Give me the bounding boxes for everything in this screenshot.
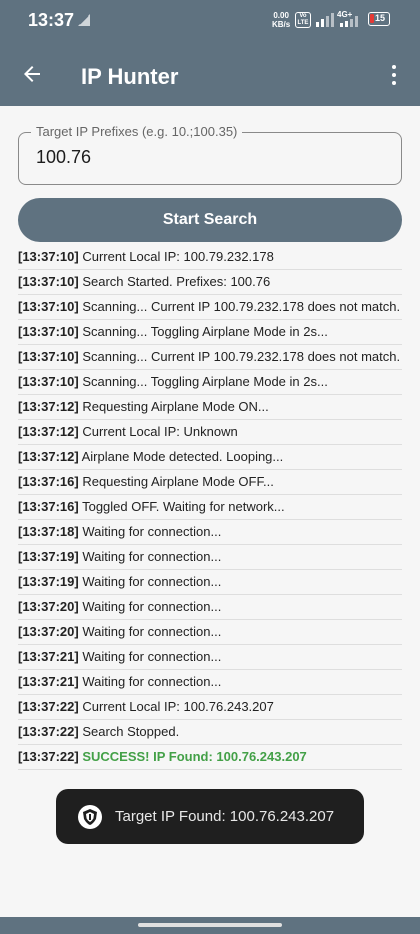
target-prefix-input[interactable]	[36, 147, 386, 168]
log-timestamp: [13:37:16]	[18, 474, 79, 489]
log-timestamp: [13:37:21]	[18, 649, 79, 664]
log-timestamp: [13:37:19]	[18, 549, 79, 564]
log-timestamp: [13:37:10]	[18, 249, 79, 264]
log-message: Current Local IP: 100.76.243.207	[82, 699, 274, 714]
log-message: Search Started. Prefixes: 100.76	[82, 274, 271, 289]
battery-icon: 15	[368, 12, 390, 26]
page-title: IP Hunter	[81, 64, 179, 89]
log-message: Requesting Airplane Mode OFF...	[82, 474, 274, 489]
log-timestamp: [13:37:22]	[18, 724, 79, 739]
log-timestamp: [13:37:12]	[18, 399, 79, 414]
app-bar: 13:37 0.00 KB/s Vo LTE 4G+ 15 IP Hunter	[0, 0, 420, 106]
log-message: Waiting for connection...	[82, 549, 222, 564]
log-message: Airplane Mode detected. Looping...	[81, 449, 284, 464]
log-timestamp: [13:37:20]	[18, 599, 79, 614]
log-row: [13:37:10] Current Local IP: 100.79.232.…	[18, 245, 402, 270]
more-vert-icon[interactable]	[389, 65, 399, 89]
battery-fill	[370, 14, 374, 23]
log-row: [13:37:10] Scanning... Current IP 100.79…	[18, 345, 402, 370]
signal-small-icon	[78, 14, 90, 26]
log-row: [13:37:10] Scanning... Current IP 100.79…	[18, 295, 402, 320]
log-row: [13:37:22] Search Stopped.	[18, 720, 402, 745]
volte-bottom: LTE	[297, 20, 309, 26]
log-message: SUCCESS! IP Found: 100.76.243.207	[82, 749, 307, 764]
log-message: Current Local IP: 100.79.232.178	[82, 249, 274, 264]
log-timestamp: [13:37:12]	[18, 424, 79, 439]
log-row: [13:37:20] Waiting for connection...	[18, 620, 402, 645]
log-timestamp: [13:37:20]	[18, 624, 79, 639]
status-bar: 13:37 0.00 KB/s Vo LTE 4G+ 15	[0, 0, 420, 40]
app-shield-icon	[78, 805, 102, 829]
status-time: 13:37	[28, 10, 75, 30]
net-speed: 0.00 KB/s	[272, 11, 290, 29]
log-row: [13:37:21] Waiting for connection...	[18, 670, 402, 695]
nav-bar	[0, 917, 420, 934]
log-row: [13:37:21] Waiting for connection...	[18, 645, 402, 670]
log-timestamp: [13:37:22]	[18, 699, 79, 714]
target-prefix-field[interactable]: Target IP Prefixes (e.g. 10.;100.35)	[18, 124, 402, 185]
net-speed-unit: KB/s	[272, 20, 291, 29]
start-search-button[interactable]: Start Search	[18, 198, 402, 242]
log-row: [13:37:20] Waiting for connection...	[18, 595, 402, 620]
log-row: [13:37:16] Toggled OFF. Waiting for netw…	[18, 495, 402, 520]
log-message: Toggled OFF. Waiting for network...	[82, 499, 285, 514]
log-message: Waiting for connection...	[82, 574, 222, 589]
log-row: [13:37:10] Scanning... Toggling Airplane…	[18, 370, 402, 395]
volte-top: Vo	[299, 13, 307, 19]
log-message: Search Stopped.	[82, 724, 180, 739]
log-timestamp: [13:37:21]	[18, 674, 79, 689]
log-message: Scanning... Toggling Airplane Mode in 2s…	[82, 324, 328, 339]
log-message: Waiting for connection...	[82, 599, 222, 614]
toast-text: Target IP Found: 100.76.243.207	[115, 808, 335, 825]
log-timestamp: [13:37:10]	[18, 374, 79, 389]
target-prefix-label: Target IP Prefixes (e.g. 10.;100.35)	[31, 124, 243, 139]
log-message: Scanning... Toggling Airplane Mode in 2s…	[82, 374, 328, 389]
log-row: [13:37:22] Current Local IP: 100.76.243.…	[18, 695, 402, 720]
log-row: [13:37:12] Current Local IP: Unknown	[18, 420, 402, 445]
log-message: Requesting Airplane Mode ON...	[82, 399, 269, 414]
log-timestamp: [13:37:12]	[18, 449, 79, 464]
arrow-back-icon[interactable]	[20, 62, 44, 86]
log-row: [13:37:10] Search Started. Prefixes: 100…	[18, 270, 402, 295]
signal-bars-icon	[316, 13, 334, 27]
log-timestamp: [13:37:10]	[18, 324, 79, 339]
log-message: Waiting for connection...	[82, 649, 222, 664]
log-row: [13:37:12] Requesting Airplane Mode ON..…	[18, 395, 402, 420]
log-row: [13:37:12] Airplane Mode detected. Loopi…	[18, 445, 402, 470]
log-timestamp: [13:37:10]	[18, 274, 79, 289]
log-row: [13:37:16] Requesting Airplane Mode OFF.…	[18, 470, 402, 495]
net-speed-value: 0.00	[273, 11, 289, 20]
log-list: [13:37:10] Current Local IP: 100.79.232.…	[18, 245, 402, 770]
log-row: [13:37:19] Waiting for connection...	[18, 570, 402, 595]
log-timestamp: [13:37:16]	[18, 499, 79, 514]
home-handle[interactable]	[138, 923, 282, 927]
log-row: [13:37:10] Scanning... Toggling Airplane…	[18, 320, 402, 345]
log-row: [13:37:19] Waiting for connection...	[18, 545, 402, 570]
log-row: [13:37:18] Waiting for connection...	[18, 520, 402, 545]
log-message: Waiting for connection...	[82, 524, 222, 539]
signal-bars-2-icon	[340, 16, 358, 27]
log-timestamp: [13:37:18]	[18, 524, 79, 539]
toast: Target IP Found: 100.76.243.207	[56, 789, 364, 844]
log-timestamp: [13:37:10]	[18, 349, 79, 364]
log-message: Waiting for connection...	[82, 624, 222, 639]
volte-icon: Vo LTE	[295, 12, 311, 28]
log-message: Scanning... Current IP 100.79.232.178 do…	[82, 349, 401, 364]
log-timestamp: [13:37:22]	[18, 749, 79, 764]
log-message: Current Local IP: Unknown	[82, 424, 238, 439]
log-timestamp: [13:37:19]	[18, 574, 79, 589]
log-row: [13:37:22] SUCCESS! IP Found: 100.76.243…	[18, 745, 402, 770]
log-message: Scanning... Current IP 100.79.232.178 do…	[82, 299, 401, 314]
log-timestamp: [13:37:10]	[18, 299, 79, 314]
battery-level: 15	[375, 13, 386, 23]
log-message: Waiting for connection...	[82, 674, 222, 689]
